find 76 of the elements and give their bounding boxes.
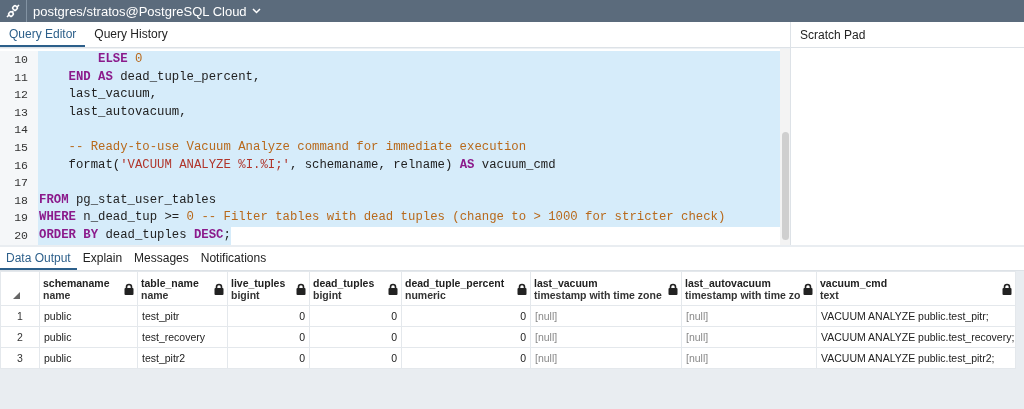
- resize-corner-icon: [13, 292, 20, 299]
- line-number: 17: [0, 174, 38, 192]
- column-name: last_vacuum: [534, 276, 599, 289]
- column-name: vacuum_cmd: [820, 276, 889, 289]
- column-name: schemaname: [43, 276, 111, 289]
- table-cell: 0: [227, 305, 310, 327]
- column-name: dead_tuples: [313, 276, 376, 289]
- table-cell: 0: [401, 305, 531, 327]
- table-cell: 0: [401, 326, 531, 348]
- table-cell: test_pitr: [137, 305, 228, 327]
- table-cell: 0: [227, 326, 310, 348]
- column-header[interactable]: vacuum_cmd text: [816, 271, 1016, 306]
- column-name: dead_tuple_percent: [405, 276, 506, 289]
- column-name: live_tuples: [231, 276, 287, 289]
- tab[interactable]: Query History: [85, 22, 177, 47]
- row-number: 1: [0, 305, 40, 327]
- table-cell: [null]: [681, 326, 817, 348]
- table-cell: public: [39, 347, 138, 369]
- table-cell: 0: [309, 347, 402, 369]
- column-name: table_name: [141, 276, 200, 289]
- lock-icon: [1002, 282, 1012, 295]
- table-cell: [null]: [530, 326, 682, 348]
- scrollbar[interactable]: [780, 49, 790, 245]
- scratch-pad[interactable]: Scratch Pad: [791, 22, 1024, 245]
- caret-icon: [251, 8, 261, 14]
- table-cell: 0: [227, 347, 310, 369]
- lock-icon: [668, 282, 678, 295]
- line-number: 10: [0, 51, 38, 69]
- column-name: last_autovacuum: [685, 276, 772, 289]
- column-header[interactable]: last_vacuum timestamp with time zone: [530, 271, 682, 306]
- column-type: text: [820, 288, 839, 301]
- lock-icon: [124, 282, 134, 295]
- table-cell: [null]: [530, 305, 682, 327]
- row-number: 2: [0, 326, 40, 348]
- tab[interactable]: Messages: [128, 247, 195, 270]
- column-type: timestamp with time zo: [685, 288, 801, 301]
- lock-icon: [296, 282, 306, 295]
- scratch-pad-title: Scratch Pad: [800, 27, 866, 42]
- lock-icon: [214, 282, 224, 295]
- line-number: 19: [0, 209, 38, 227]
- table-cell: 0: [309, 305, 402, 327]
- code-editor[interactable]: [0, 48, 790, 245]
- table-cell: VACUUM ANALYZE public.test_recovery;: [816, 326, 1016, 348]
- lock-icon: [517, 282, 527, 295]
- table-cell: [null]: [681, 347, 817, 369]
- column-header[interactable]: table_name name: [137, 271, 228, 306]
- column-type: bigint: [313, 288, 342, 301]
- column-header[interactable]: last_autovacuum timestamp with time zo: [681, 271, 817, 306]
- tab[interactable]: Notifications: [194, 247, 273, 270]
- table-cell: [null]: [681, 305, 817, 327]
- line-number: 12: [0, 86, 38, 104]
- table-cell: public: [39, 305, 138, 327]
- connection-dropdown[interactable]: postgres/stratos@PostgreSQL Cloud: [27, 0, 267, 22]
- column-header[interactable]: dead_tuples bigint: [309, 271, 402, 306]
- column-type: name: [141, 288, 169, 301]
- table-cell: 0: [309, 326, 402, 348]
- line-number: 14: [0, 121, 38, 139]
- table-cell: [null]: [530, 347, 682, 369]
- tab[interactable]: Explain: [76, 247, 129, 270]
- table-cell: test_recovery: [137, 326, 228, 348]
- lock-icon: [388, 282, 398, 295]
- column-type: timestamp with time zone: [534, 288, 663, 301]
- table-cell: public: [39, 326, 138, 348]
- column-header[interactable]: live_tuples bigint: [227, 271, 310, 306]
- column-type: bigint: [231, 288, 260, 301]
- lock-icon: [803, 282, 813, 295]
- tab[interactable]: Data Output: [0, 247, 77, 270]
- column-header[interactable]: dead_tuple_percent numeric: [401, 271, 531, 306]
- column-type: name: [43, 288, 72, 301]
- table-cell: VACUUM ANALYZE public.test_pitr;: [816, 305, 1016, 327]
- table-cell: 0: [401, 347, 531, 369]
- column-type: numeric: [405, 288, 446, 301]
- row-number: 3: [0, 347, 40, 369]
- table-cell: VACUUM ANALYZE public.test_pitr2;: [816, 347, 1016, 369]
- table-cell: test_pitr2: [137, 347, 228, 369]
- column-header[interactable]: schemaname name: [39, 271, 138, 306]
